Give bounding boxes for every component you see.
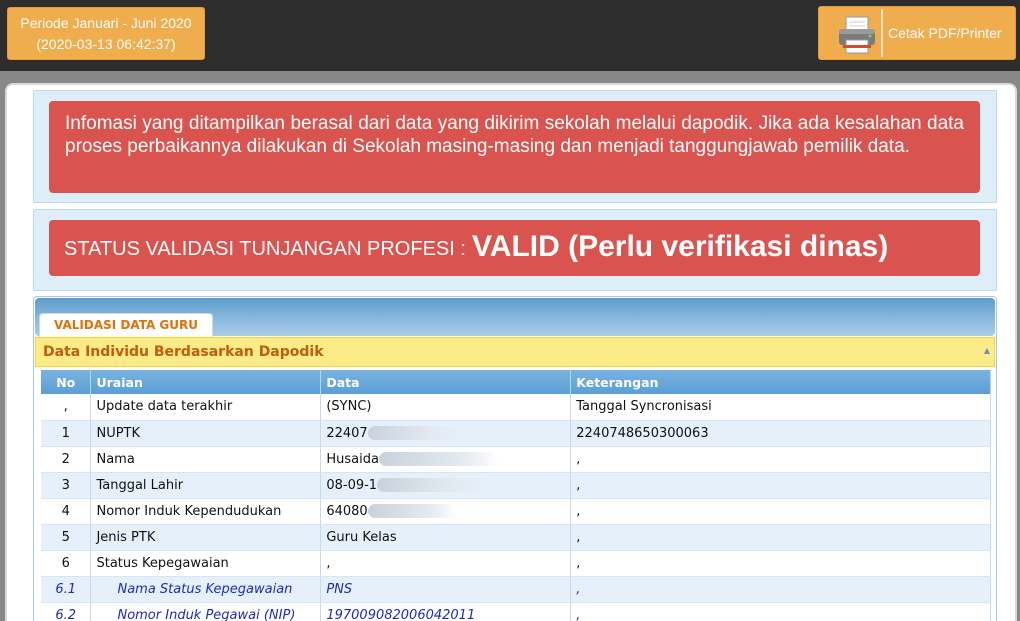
cell-keterangan: , — [570, 576, 991, 603]
print-pdf-button[interactable]: Cetak PDF/Printer — [818, 6, 1016, 60]
cell-no: 1 — [41, 420, 92, 447]
status-box: STATUS VALIDASI TUNJANGAN PROFESI : VALI… — [33, 209, 997, 291]
cell-uraian: Nama — [90, 446, 322, 473]
redaction-blur — [378, 452, 499, 466]
cell-data: Guru Kelas — [320, 524, 572, 551]
top-bar: Periode Januari - Juni 2020 (2020-03-13 … — [0, 0, 1020, 71]
info-box: Infomasi yang ditampilkan berasal dari d… — [33, 90, 997, 203]
redaction-blur — [367, 504, 458, 518]
status-alert: STATUS VALIDASI TUNJANGAN PROFESI : VALI… — [49, 220, 980, 276]
cell-keterangan: , — [570, 602, 991, 621]
cell-uraian: Jenis PTK — [90, 524, 322, 551]
cell-no: 6.2 — [41, 602, 92, 621]
cell-uraian: Update data terakhir — [90, 394, 322, 421]
table-row: 4 Nomor Induk Kependudukan 64080 , — [41, 498, 991, 525]
content-frame: Infomasi yang ditampilkan berasal dari d… — [0, 71, 1020, 621]
cell-uraian: Nomor Induk Pegawai (NIP) — [90, 602, 322, 621]
cell-data-redacted: Husaida — [320, 446, 572, 473]
table-header-row: No Uraian Data Keterangan — [41, 370, 991, 394]
cell-keterangan: 2240748650300063 — [570, 420, 991, 447]
cell-data: 64080 — [326, 503, 368, 519]
tab-bar: VALIDASI DATA GURU — [35, 298, 995, 337]
cell-data: PNS — [320, 576, 572, 603]
cell-data: 197009082006042011 — [320, 602, 572, 621]
cell-keterangan: , — [570, 498, 991, 525]
cell-no: 5 — [41, 524, 92, 551]
printer-icon — [839, 16, 875, 54]
caret-up-icon: ▲ — [983, 346, 990, 355]
status-value: VALID (Perlu verifikasi dinas) — [472, 230, 889, 263]
cell-keterangan: , — [570, 524, 991, 551]
cell-data: (SYNC) — [320, 394, 572, 421]
cell-uraian: Nama Status Kepegawaian — [90, 576, 322, 603]
table-row: 2 Nama Husaida , — [41, 446, 991, 473]
cell-data-redacted: 08-09-1 — [320, 472, 572, 499]
cell-keterangan: Tanggal Syncronisasi — [570, 394, 991, 421]
column-header[interactable]: Keterangan — [570, 370, 991, 394]
cell-uraian: Tanggal Lahir — [90, 472, 322, 499]
cell-data: 08-09-1 — [326, 477, 378, 493]
cell-no: 4 — [41, 498, 92, 525]
cell-data: Husaida — [326, 451, 379, 467]
tabs-container: VALIDASI DATA GURU Data Individu Berdasa… — [33, 296, 997, 621]
cell-no: 3 — [41, 472, 92, 499]
table-row: 1 NUPTK 22407 2240748650300063 — [41, 420, 991, 447]
cell-keterangan: , — [570, 550, 991, 577]
accordion-title: Data Individu Berdasarkan Dapodik — [43, 344, 324, 360]
column-header[interactable]: Uraian — [90, 370, 322, 394]
cell-no: 2 — [41, 446, 92, 473]
status-label: STATUS VALIDASI TUNJANGAN PROFESI : — [64, 238, 466, 260]
table-row: , Update data terakhir (SYNC) Tanggal Sy… — [41, 394, 991, 421]
table-row: 6 Status Kepegawaian , , — [41, 550, 991, 577]
accordion-header[interactable]: Data Individu Berdasarkan Dapodik ▲ — [35, 337, 995, 367]
tab-validasi-data-guru[interactable]: VALIDASI DATA GURU — [39, 313, 213, 337]
data-table: No Uraian Data Keterangan , Update data … — [41, 370, 991, 621]
column-header[interactable]: Data — [320, 370, 572, 394]
cell-uraian: Nomor Induk Kependudukan — [90, 498, 322, 525]
info-alert: Infomasi yang ditampilkan berasal dari d… — [49, 101, 980, 193]
table-row: 6.1 Nama Status Kepegawaian PNS , — [41, 576, 991, 603]
redaction-blur — [377, 478, 488, 492]
period-badge: Periode Januari - Juni 2020 (2020-03-13 … — [7, 7, 205, 60]
table-row: 6.2 Nomor Induk Pegawai (NIP) 1970090820… — [41, 602, 991, 621]
cell-keterangan: , — [570, 472, 991, 499]
redaction-blur — [367, 426, 460, 440]
table-row: 5 Jenis PTK Guru Kelas , — [41, 524, 991, 551]
cell-uraian: NUPTK — [90, 420, 322, 447]
table-row: 3 Tanggal Lahir 08-09-1 , — [41, 472, 991, 499]
cell-data: 22407 — [326, 425, 368, 441]
period-label: Periode Januari - Juni 2020 — [20, 15, 192, 31]
cell-data: , — [320, 550, 572, 577]
cell-keterangan: , — [570, 446, 991, 473]
cell-data-redacted: 64080 — [320, 498, 572, 525]
cell-no: 6.1 — [41, 576, 92, 603]
column-header[interactable]: No — [41, 370, 92, 394]
cell-no: 6 — [41, 550, 92, 577]
button-divider — [881, 9, 883, 57]
cell-no: , — [41, 394, 92, 421]
print-label: Cetak PDF/Printer — [888, 25, 1002, 41]
main-panel: Infomasi yang ditampilkan berasal dari d… — [5, 83, 1017, 621]
period-timestamp: (2020-03-13 06:42:37) — [36, 36, 176, 52]
cell-uraian: Status Kepegawaian — [90, 550, 322, 577]
cell-data-redacted: 22407 — [320, 420, 572, 447]
